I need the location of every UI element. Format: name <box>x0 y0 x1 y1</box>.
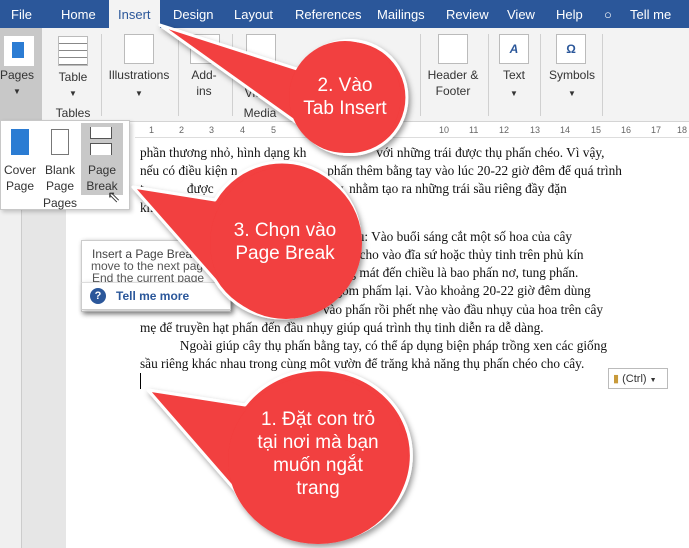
callout-step3-text: 3. Chọn vào Page Break <box>233 220 337 264</box>
callout-step1-text: 1. Đặt con trỏ tại nơi mà bạn muốn ngắt tra… <box>257 409 379 499</box>
callout-step2-text: 2. Vào Tab Insert <box>303 75 387 119</box>
